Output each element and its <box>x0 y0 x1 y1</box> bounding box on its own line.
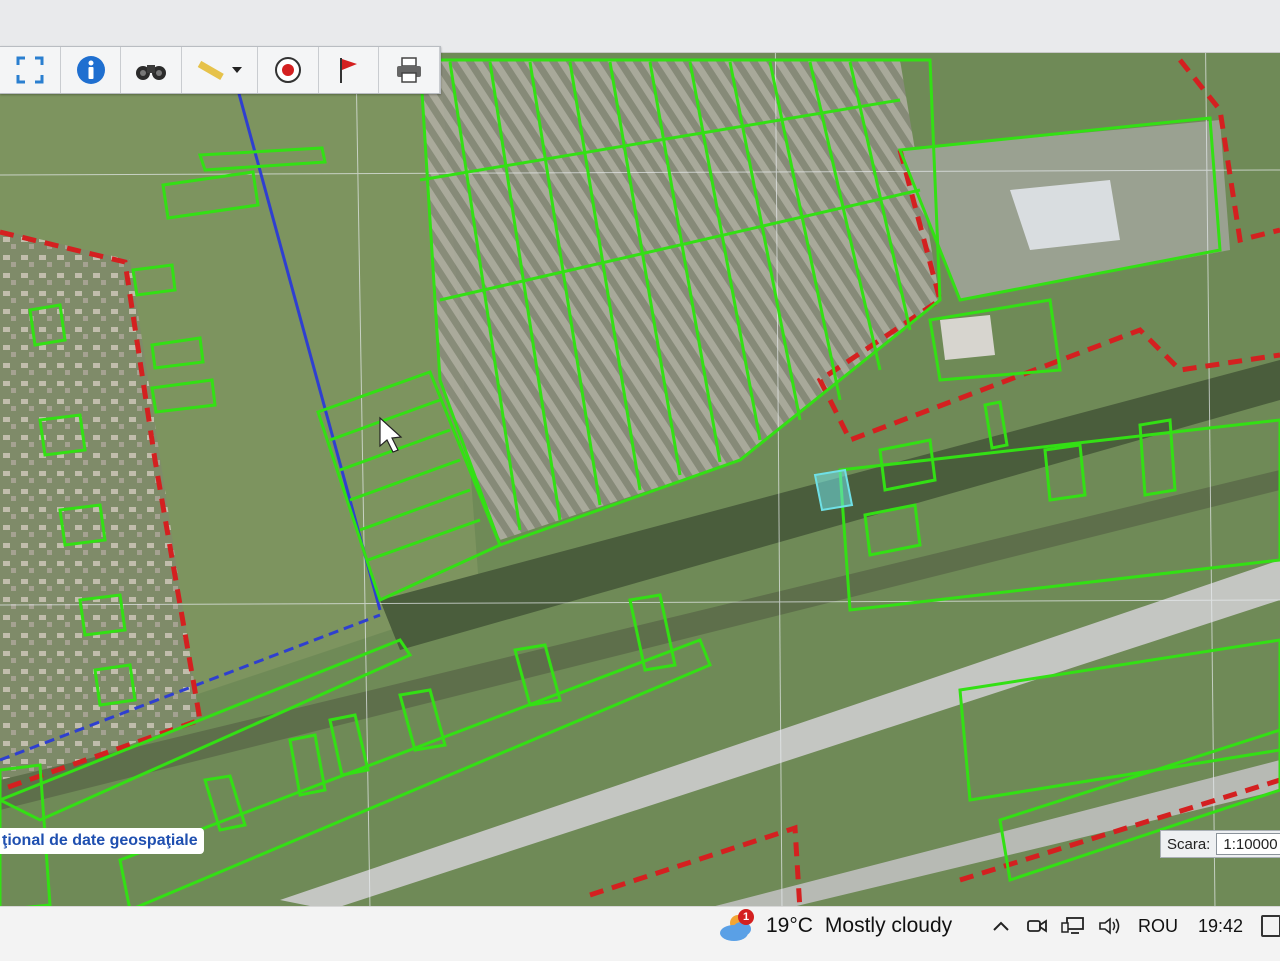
system-tray: ROU 19:42 <box>986 906 1280 946</box>
info-icon <box>76 56 105 84</box>
notification-icon[interactable] <box>1261 915 1280 937</box>
map-viewport[interactable] <box>0 0 1280 910</box>
record-button[interactable] <box>258 47 319 93</box>
fullscreen-icon <box>16 56 44 84</box>
binoculars-icon <box>136 65 167 80</box>
info-button[interactable] <box>61 47 122 93</box>
print-button[interactable] <box>379 47 440 93</box>
selected-parcel[interactable] <box>813 468 854 512</box>
chevron-down-icon <box>232 67 243 73</box>
input-language[interactable]: ROU <box>1138 916 1178 937</box>
flag-icon <box>340 58 358 83</box>
clock-time[interactable]: 19:42 <box>1198 916 1243 937</box>
scale-control: Scara: 1:10000 <box>1160 830 1280 858</box>
scale-input[interactable]: 1:10000 <box>1216 833 1280 855</box>
scale-label: Scara: <box>1167 835 1211 853</box>
meet-camera-icon[interactable] <box>1022 911 1052 941</box>
weather-widget[interactable]: 1 19°C Mostly cloudy <box>716 906 952 946</box>
flag-button[interactable] <box>319 47 380 93</box>
weather-cloud-icon: 1 <box>716 909 756 943</box>
volume-icon[interactable] <box>1094 911 1124 941</box>
record-icon <box>274 57 301 83</box>
aerial-map[interactable] <box>0 0 1280 910</box>
weather-badge: 1 <box>738 909 754 925</box>
network-icon[interactable] <box>1058 911 1088 941</box>
measure-button[interactable] <box>182 47 258 93</box>
map-toolbar <box>0 46 441 94</box>
map-attribution: ţional de date geospaţiale <box>0 828 204 854</box>
chevron-up-icon[interactable] <box>986 911 1016 941</box>
printer-icon <box>397 57 422 83</box>
search-button[interactable] <box>121 47 183 93</box>
weather-condition: Mostly cloudy <box>824 914 953 937</box>
temperature: 19°C <box>766 914 813 937</box>
full-extent-button[interactable] <box>0 47 61 93</box>
ruler-icon <box>198 60 243 80</box>
